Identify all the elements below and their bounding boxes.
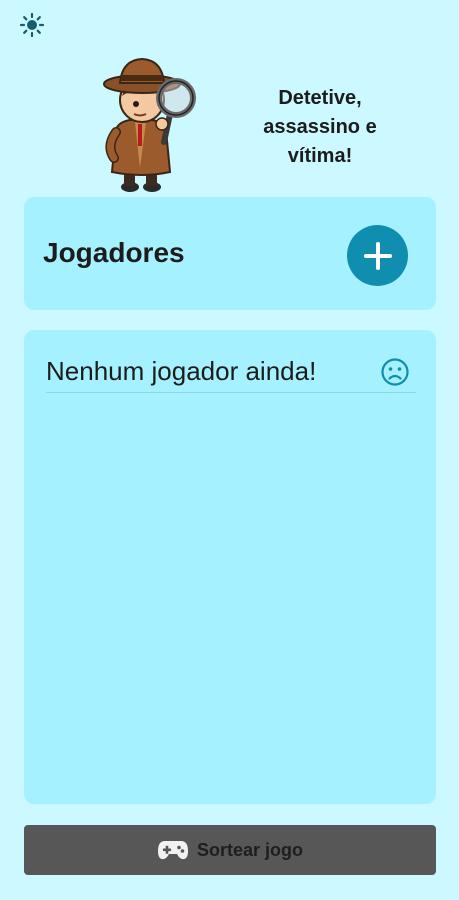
sun-icon [19,12,45,38]
plus-icon [363,241,392,270]
players-title: Jogadores [43,237,185,268]
add-player-button[interactable] [347,225,408,286]
theme-toggle-button[interactable] [18,11,46,39]
empty-state-row: Nenhum jogador ainda! [46,352,416,393]
empty-state-text: Nenhum jogador ainda! [46,356,317,386]
sad-face-icon [381,358,409,386]
detective-mascot-icon [103,57,196,192]
players-header-card: Jogadores [24,197,436,310]
draw-game-label: Sortear jogo [196,839,303,860]
gamepad-icon [157,841,188,860]
players-list: Nenhum jogador ainda! [24,330,436,804]
app-title: Detetive, assassino e vítima! [263,87,377,167]
draw-game-button[interactable]: Sortear jogo [24,825,436,875]
